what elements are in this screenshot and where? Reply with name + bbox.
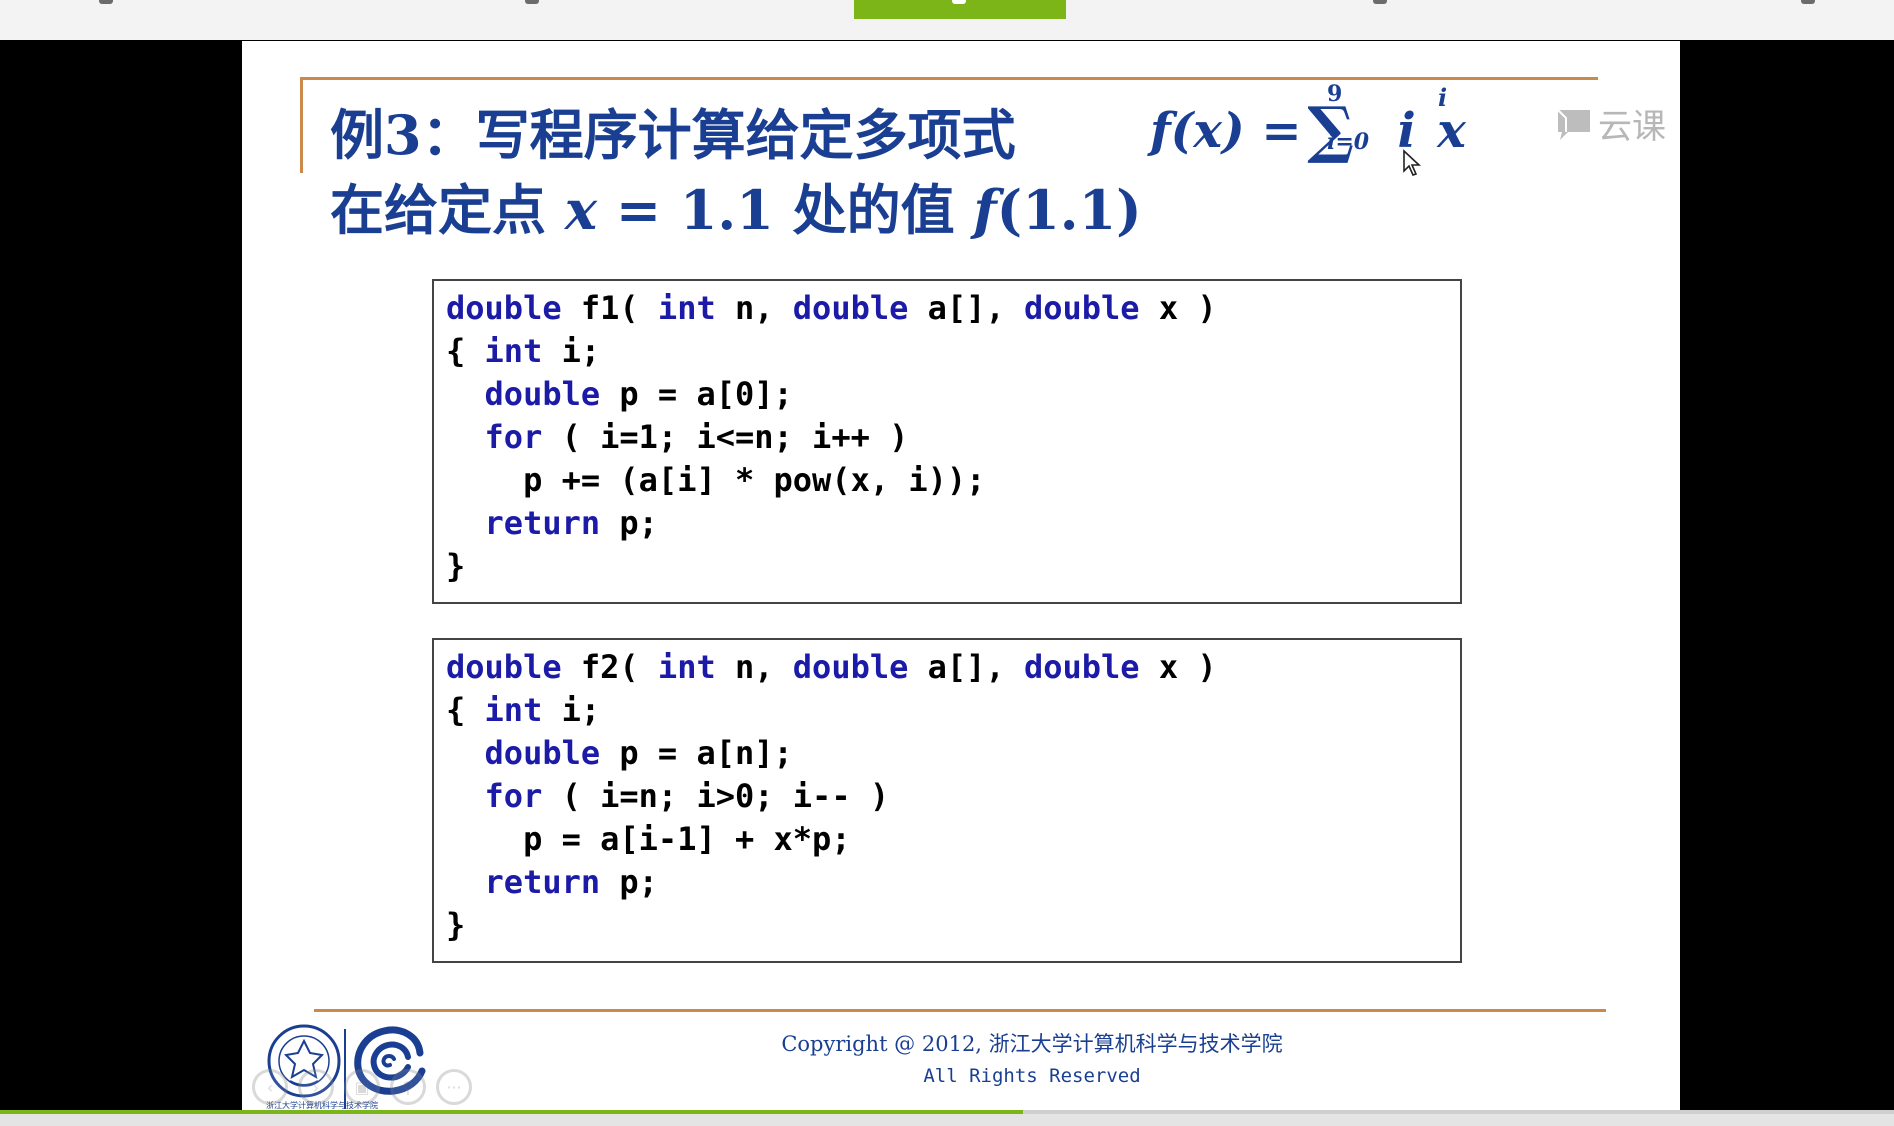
title-line-2-text-b: = 1.1 处的值 [597, 178, 974, 242]
code-text: p; [600, 504, 658, 542]
code-keyword: for [484, 777, 543, 815]
code-line: return p; [446, 861, 1448, 904]
slide-title-line-2: 在给定点 x = 1.1 处的值 f(1.1) [330, 166, 1142, 245]
copyright-text: Copyright @ 2012, 浙江大学计算机科学与技术学院 [781, 1032, 1283, 1056]
code-keyword: double [1023, 648, 1140, 686]
title-frame-left [300, 77, 303, 173]
code-text: i; [542, 332, 601, 370]
watermark-text: 云课 [1598, 107, 1666, 147]
slide: 例3：写程序计算给定多项式 f(x) = ∑ 9 i=0 i x i 在给定点 … [242, 41, 1680, 1110]
code-line: p += (a[i] * pow(x, i)); [446, 459, 1448, 502]
code-text: } [446, 547, 466, 585]
rights-text: All Rights Reserved [923, 1065, 1141, 1087]
thumbnails-icon[interactable]: ▣ [344, 1069, 380, 1105]
code-text: p = a[i-1] + x*p; [446, 820, 851, 858]
code-text: i; [542, 691, 601, 729]
code-text: x ) [1139, 648, 1217, 686]
code-line: for ( i=n; i>0; i-- ) [446, 775, 1448, 818]
code-text: ( i=1; i<=n; i++ ) [542, 418, 909, 456]
code-keyword: double [1023, 289, 1140, 327]
formula-lhs: f(x) = [1150, 103, 1302, 159]
footer-rule [314, 1009, 1606, 1012]
video-stage[interactable]: 例3：写程序计算给定多项式 f(x) = ∑ 9 i=0 i x i 在给定点 … [0, 40, 1894, 1110]
next-icon[interactable]: › [298, 1069, 334, 1105]
code-text: } [446, 906, 466, 944]
chat-bubble-icon [1557, 108, 1590, 140]
code-text: p = a[n]; [600, 734, 793, 772]
code-line: double p = a[0]; [446, 373, 1448, 416]
code-line: return p; [446, 502, 1448, 545]
code-text: a[], [908, 648, 1024, 686]
zoom-icon[interactable]: ⚲ [390, 1069, 426, 1105]
tab-2[interactable] [525, 0, 539, 4]
code-text: f2( [561, 648, 658, 686]
code-line: double f1( int n, double a[], double x ) [446, 287, 1448, 330]
code-keyword: int [657, 648, 716, 686]
code-block-f2: double f2( int n, double a[], double x )… [432, 638, 1462, 963]
code-text: n, [715, 289, 793, 327]
formula-sum-lower: i=0 [1327, 129, 1370, 155]
code-text: f1( [561, 289, 658, 327]
title-line-2-func-f: f [973, 178, 997, 242]
code-line: double f2( int n, double a[], double x ) [446, 646, 1448, 689]
code-text: p = a[0]; [600, 375, 793, 413]
progress-fill [0, 1110, 1023, 1114]
title-line-2-text-a: 在给定点 [330, 178, 565, 242]
formula-sum-upper: 9 [1327, 81, 1343, 107]
title-line-2-text-c: (1.1) [996, 178, 1142, 242]
code-keyword: int [484, 332, 543, 370]
browser-tab-strip [0, 0, 1894, 41]
code-text: p; [600, 863, 658, 901]
code-keyword: double [792, 648, 909, 686]
code-keyword: double [792, 289, 909, 327]
code-keyword: double [484, 734, 601, 772]
mouse-cursor-icon [1403, 149, 1422, 176]
title-line-2-var-x: x [564, 178, 598, 242]
formula-term-exp: i [1438, 83, 1448, 112]
code-keyword: double [446, 648, 562, 686]
more-icon[interactable]: ··· [436, 1069, 472, 1105]
player-controls: ‹ › ▣ ⚲ ··· [252, 1069, 472, 1105]
tab-4[interactable] [1373, 0, 1387, 4]
code-keyword: return [484, 863, 601, 901]
tab-active-marker [952, 0, 966, 4]
tab-5[interactable] [1801, 0, 1815, 4]
code-keyword: int [657, 289, 716, 327]
code-line: for ( i=1; i<=n; i++ ) [446, 416, 1448, 459]
code-line: p = a[i-1] + x*p; [446, 818, 1448, 861]
code-keyword: double [484, 375, 601, 413]
tab-1[interactable] [99, 0, 113, 4]
code-line: } [446, 545, 1448, 588]
code-text: { [446, 691, 485, 729]
code-line: double p = a[n]; [446, 732, 1448, 775]
code-keyword: int [484, 691, 543, 729]
watermark: 云课 [1554, 99, 1666, 148]
code-text: { [446, 332, 485, 370]
code-text: n, [715, 648, 793, 686]
code-text: p += (a[i] * pow(x, i)); [446, 461, 986, 499]
prev-icon[interactable]: ‹ [252, 1069, 288, 1105]
code-text: ( i=n; i>0; i-- ) [542, 777, 890, 815]
code-keyword: double [446, 289, 562, 327]
code-keyword: return [484, 504, 601, 542]
code-text: x ) [1139, 289, 1217, 327]
code-block-f1: double f1( int n, double a[], double x )… [432, 279, 1462, 604]
title-frame-top [300, 77, 1598, 80]
tab-active[interactable] [854, 0, 1066, 19]
slide-title-line-1: 例3：写程序计算给定多项式 [330, 103, 1016, 167]
code-line: { int i; [446, 689, 1448, 732]
code-text: a[], [908, 289, 1024, 327]
code-line: { int i; [446, 330, 1448, 373]
code-keyword: for [484, 418, 543, 456]
progress-bar[interactable] [0, 1110, 1894, 1114]
code-line: } [446, 904, 1448, 947]
